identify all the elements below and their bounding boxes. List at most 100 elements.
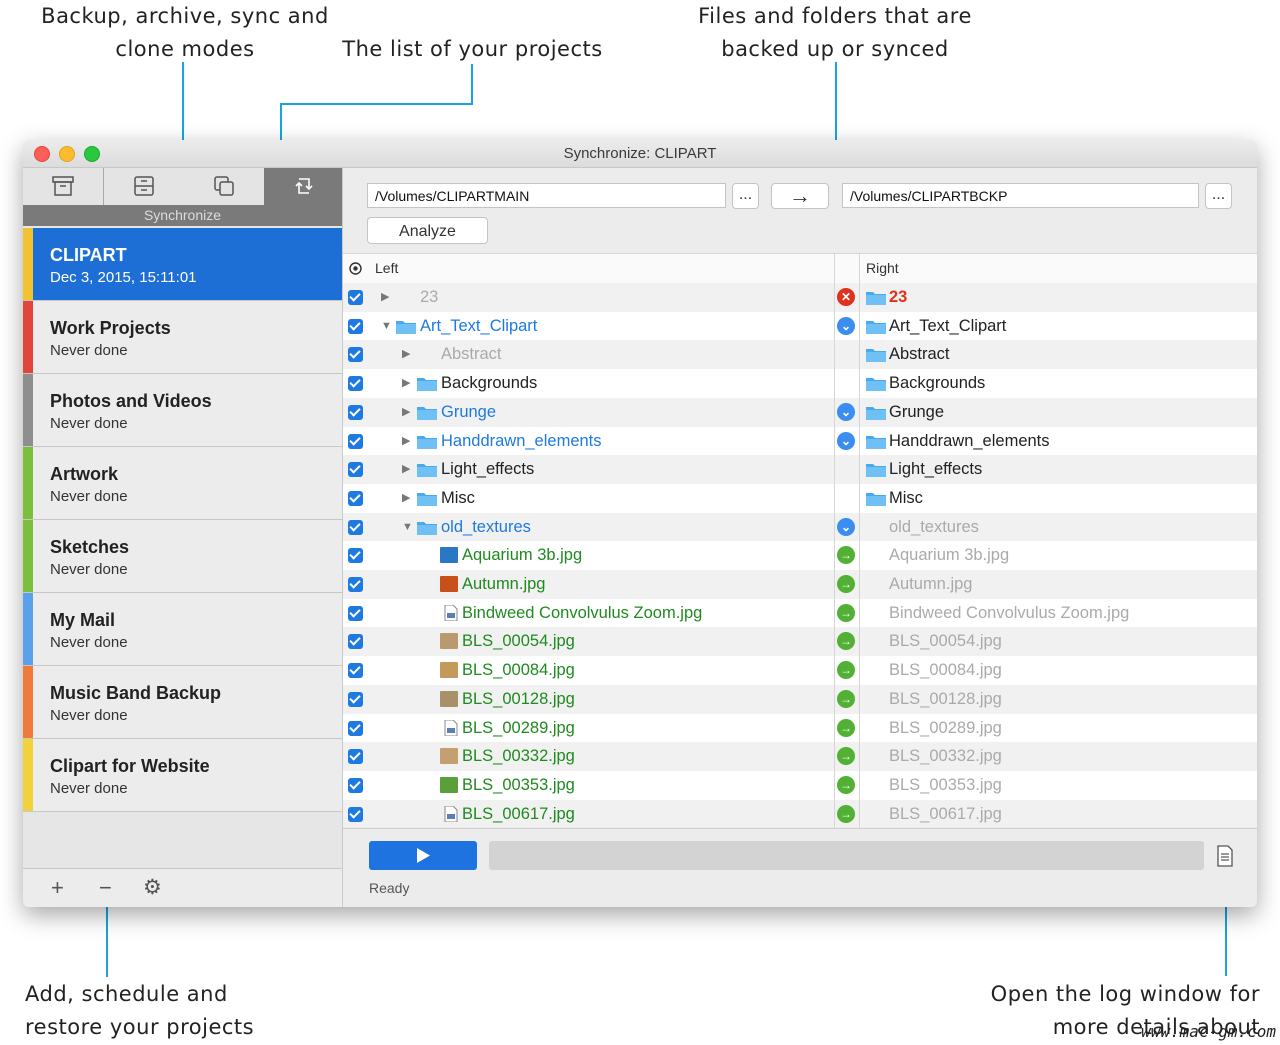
file-row[interactable]: ▼ Art_Text_Clipart ⌄ Art_Text_Clipart — [343, 311, 1257, 341]
disclosure-triangle-icon[interactable]: ▶ — [381, 283, 389, 312]
copy-right-arrow-icon[interactable]: → — [837, 603, 855, 622]
expand-down-icon[interactable]: ⌄ — [837, 402, 855, 421]
copy-right-arrow-icon[interactable]: → — [837, 689, 855, 708]
left-item-name: BLS_00353.jpg — [462, 775, 575, 794]
project-item[interactable]: Sketches Never done — [23, 520, 342, 593]
left-column-header[interactable]: Left — [375, 260, 398, 276]
project-item[interactable]: Work Projects Never done — [23, 301, 342, 374]
archive-drawer-icon — [134, 176, 154, 196]
file-row[interactable]: ▼ old_textures ⌄ old_textures — [343, 512, 1257, 542]
disclosure-triangle-icon[interactable]: ▶ — [402, 455, 410, 484]
project-item[interactable]: Clipart for Website Never done — [23, 739, 342, 812]
file-row[interactable]: Autumn.jpg → Autumn.jpg — [343, 570, 1257, 599]
include-checkbox[interactable] — [348, 548, 363, 564]
direction-arrow-button[interactable]: → — [771, 183, 829, 209]
browse-left-button[interactable]: ... — [732, 183, 759, 209]
file-row[interactable]: ▶ Misc Misc — [343, 483, 1257, 513]
error-status-icon[interactable]: ✕ — [837, 288, 855, 306]
include-checkbox[interactable] — [348, 605, 363, 621]
copy-right-arrow-icon[interactable]: → — [837, 718, 855, 737]
disclosure-triangle-icon[interactable]: ▶ — [402, 340, 410, 369]
include-checkbox[interactable] — [348, 749, 363, 765]
copy-right-arrow-icon[interactable]: → — [837, 546, 855, 565]
settings-gear-icon[interactable]: ⚙ — [143, 875, 162, 900]
expand-down-icon[interactable]: ⌄ — [837, 316, 855, 335]
file-row[interactable]: ▶ Grunge ⌄ Grunge — [343, 397, 1257, 427]
callout-add-line — [106, 905, 108, 977]
project-item[interactable]: My Mail Never done — [23, 593, 342, 666]
disclosure-triangle-icon[interactable]: ▶ — [402, 398, 410, 427]
include-checkbox[interactable] — [348, 347, 363, 363]
include-checkbox[interactable] — [348, 290, 363, 305]
file-row[interactable]: BLS_00084.jpg → BLS_00084.jpg — [343, 656, 1257, 686]
log-document-icon[interactable] — [1216, 845, 1234, 867]
status-text: Ready — [369, 880, 410, 896]
include-checkbox[interactable] — [348, 519, 363, 535]
right-path-field[interactable]: /Volumes/CLIPARTBCKP — [842, 183, 1199, 208]
disclosure-triangle-icon[interactable]: ▶ — [402, 369, 410, 398]
include-checkbox[interactable] — [348, 404, 363, 420]
disclosure-triangle-icon[interactable]: ▶ — [402, 484, 410, 513]
run-sync-button[interactable] — [369, 841, 477, 870]
window-title: Synchronize: CLIPART — [563, 145, 717, 162]
browse-right-button[interactable]: ... — [1205, 183, 1232, 209]
project-item[interactable]: CLIPART Dec 3, 2015, 15:11:01 — [23, 228, 342, 301]
include-checkbox[interactable] — [348, 720, 363, 736]
copy-right-arrow-icon[interactable]: → — [837, 775, 855, 794]
remove-project-button[interactable]: − — [99, 875, 112, 901]
file-row[interactable]: BLS_00353.jpg → BLS_00353.jpg — [343, 770, 1257, 800]
project-item[interactable]: Photos and Videos Never done — [23, 374, 342, 447]
file-row[interactable]: BLS_00128.jpg → BLS_00128.jpg — [343, 684, 1257, 714]
project-name: Artwork — [50, 464, 119, 484]
mode-sync-button[interactable] — [264, 168, 342, 205]
include-checkbox[interactable] — [348, 577, 363, 592]
include-checkbox[interactable] — [348, 663, 363, 679]
expand-down-icon[interactable]: ⌄ — [837, 431, 855, 450]
copy-right-arrow-icon[interactable]: → — [837, 804, 855, 823]
expand-down-icon[interactable]: ⌄ — [837, 517, 855, 536]
file-row[interactable]: Aquarium 3b.jpg → Aquarium 3b.jpg — [343, 541, 1257, 571]
right-column-header[interactable]: Right — [866, 260, 899, 276]
left-path-field[interactable]: /Volumes/CLIPARTMAIN — [367, 183, 726, 208]
disclosure-triangle-icon[interactable]: ▶ — [402, 427, 410, 456]
copy-right-arrow-icon[interactable]: → — [837, 747, 855, 766]
include-checkbox[interactable] — [348, 462, 363, 478]
project-item[interactable]: Artwork Never done — [23, 447, 342, 520]
right-item-name: BLS_00289.jpg — [889, 718, 1002, 737]
select-all-icon[interactable] — [349, 262, 362, 275]
disclosure-triangle-icon[interactable]: ▼ — [381, 312, 392, 341]
project-item[interactable]: Music Band Backup Never done — [23, 666, 342, 739]
include-checkbox[interactable] — [348, 376, 363, 392]
mode-archive-button[interactable] — [104, 168, 185, 205]
include-checkbox[interactable] — [348, 433, 363, 449]
copy-right-arrow-icon[interactable]: → — [837, 575, 855, 593]
file-row[interactable]: BLS_00617.jpg → BLS_00617.jpg — [343, 799, 1257, 827]
file-row[interactable]: ▶ Abstract Abstract — [343, 340, 1257, 370]
include-checkbox[interactable] — [348, 634, 363, 650]
right-item-name: Autumn.jpg — [889, 575, 973, 593]
disclosure-triangle-icon[interactable]: ▼ — [402, 513, 413, 542]
add-project-button[interactable]: + — [51, 875, 64, 901]
include-checkbox[interactable] — [348, 490, 363, 506]
project-color-tag — [23, 447, 33, 519]
mode-backup-button[interactable] — [23, 168, 104, 205]
mode-clone-button[interactable] — [184, 168, 265, 205]
include-checkbox[interactable] — [348, 318, 363, 334]
file-row[interactable]: BLS_00054.jpg → BLS_00054.jpg — [343, 627, 1257, 657]
file-row[interactable]: BLS_00289.jpg → BLS_00289.jpg — [343, 713, 1257, 743]
file-row[interactable]: ▶ 23 ✕ 23 — [343, 283, 1257, 312]
include-checkbox[interactable] — [348, 777, 363, 793]
include-checkbox[interactable] — [348, 806, 363, 822]
copy-right-arrow-icon[interactable]: → — [837, 661, 855, 680]
include-checkbox[interactable] — [348, 691, 363, 707]
file-row[interactable]: Bindweed Convolvulus Zoom.jpg → Bindweed C… — [343, 598, 1257, 628]
analyze-button[interactable]: Analyze — [367, 217, 488, 244]
file-row[interactable]: ▶ Backgrounds Backgrounds — [343, 369, 1257, 399]
project-last-run: Never done — [50, 415, 128, 432]
file-row[interactable]: ▶ Light_effects Light_effects — [343, 455, 1257, 485]
project-color-tag — [23, 301, 33, 373]
copy-right-arrow-icon[interactable]: → — [837, 632, 855, 651]
project-name: Clipart for Website — [50, 756, 210, 776]
file-row[interactable]: BLS_00332.jpg → BLS_00332.jpg — [343, 742, 1257, 772]
file-row[interactable]: ▶ Handdrawn_elements ⌄ Handdrawn_elements — [343, 426, 1257, 456]
